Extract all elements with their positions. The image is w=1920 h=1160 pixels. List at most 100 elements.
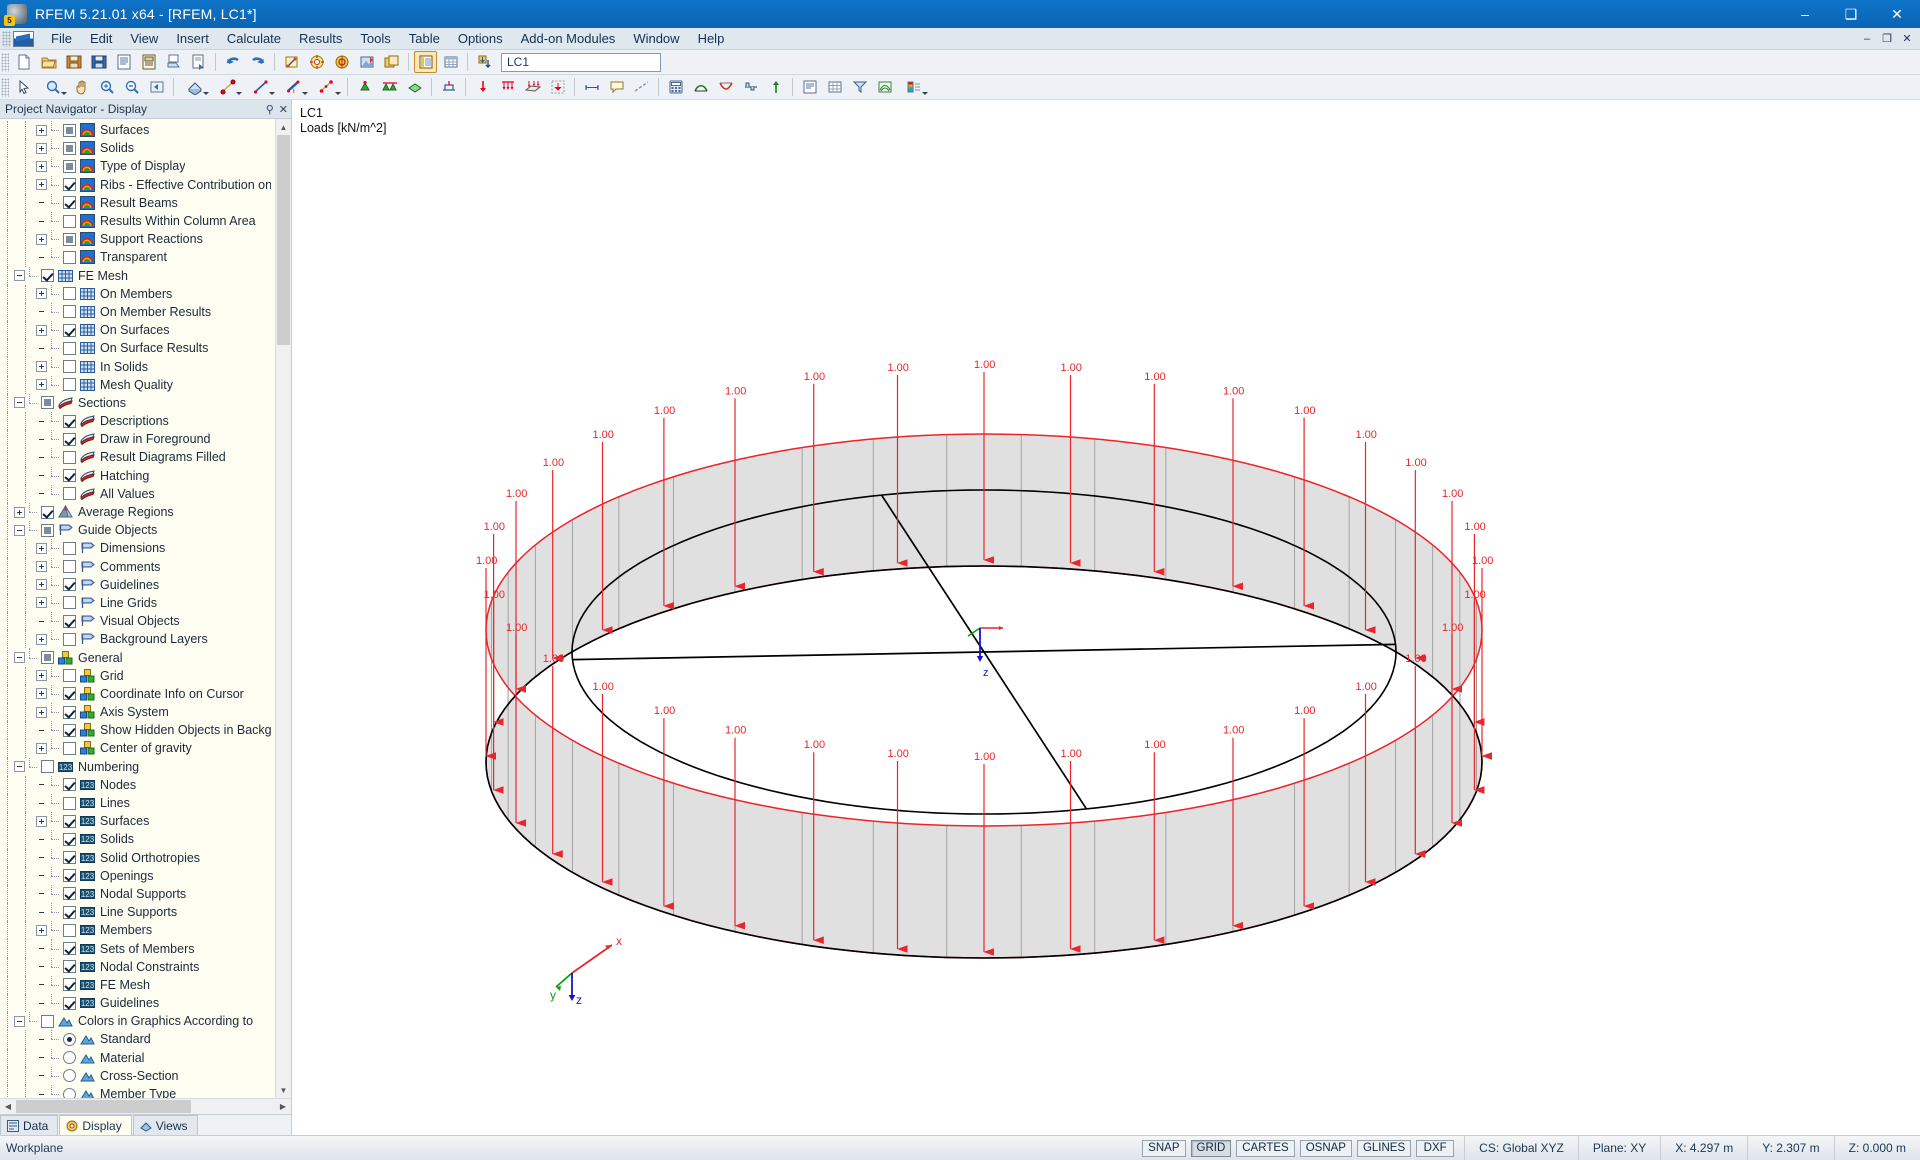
tree-item-coordinate-info-on-cursor[interactable]: Coordinate Info on Cursor — [0, 685, 275, 703]
tree-checkbox[interactable] — [63, 324, 76, 337]
status-toggle-osnap[interactable]: OSNAP — [1300, 1140, 1352, 1157]
tree-checkbox[interactable] — [63, 433, 76, 446]
scroll-track[interactable] — [276, 135, 291, 1082]
tree-checkbox[interactable] — [63, 196, 76, 209]
close-button[interactable]: ✕ — [1874, 0, 1920, 28]
tree-item-on-member-results[interactable]: On Member Results — [0, 303, 275, 321]
tree-checkbox[interactable] — [63, 887, 76, 900]
navigator-tab-display[interactable]: Display — [59, 1115, 131, 1135]
tree-item-on-members[interactable]: On Members — [0, 285, 275, 303]
scroll-thumb[interactable] — [277, 135, 290, 345]
tree-item-show-hidden-objects-in-backgroun[interactable]: Show Hidden Objects in Backgroun — [0, 721, 275, 739]
tree-checkbox[interactable] — [63, 142, 76, 155]
tree-item-average-regions[interactable]: Average Regions — [0, 503, 275, 521]
display-tree[interactable]: SurfacesSolidsType of DisplayRibs - Effe… — [0, 119, 275, 1098]
tree-checkbox[interactable] — [41, 1015, 54, 1028]
collapse-icon[interactable] — [14, 1016, 25, 1027]
expand-icon[interactable] — [36, 707, 47, 718]
tree-item-standard[interactable]: Standard — [0, 1030, 275, 1048]
results-icon[interactable] — [689, 76, 712, 98]
print-preview-icon[interactable] — [162, 51, 185, 73]
menu-file[interactable]: File — [42, 28, 81, 49]
zoom-all-icon[interactable] — [95, 76, 118, 98]
tree-checkbox[interactable] — [63, 160, 76, 173]
tree-checkbox[interactable] — [63, 124, 76, 137]
tree-radio[interactable] — [63, 1088, 76, 1098]
new-file-icon[interactable] — [12, 51, 35, 73]
tree-item-colors-in-graphics-according-to[interactable]: Colors in Graphics According to — [0, 1012, 275, 1030]
support-reactions-icon[interactable] — [764, 76, 787, 98]
print-icon[interactable] — [137, 51, 160, 73]
expand-icon[interactable] — [36, 361, 47, 372]
scroll-down-icon[interactable]: ▼ — [276, 1082, 291, 1098]
expand-icon[interactable] — [36, 543, 47, 554]
tree-checkbox[interactable] — [63, 669, 76, 682]
tree-item-solids[interactable]: Solids — [0, 139, 275, 157]
rotate-view-icon[interactable] — [305, 51, 328, 73]
tree-checkbox[interactable] — [63, 851, 76, 864]
tree-radio[interactable] — [63, 1033, 76, 1046]
tree-checkbox[interactable] — [63, 906, 76, 919]
menu-calculate[interactable]: Calculate — [218, 28, 290, 49]
mdi-window-controls[interactable]: – ❐ ✕ — [1858, 30, 1916, 47]
menu-results[interactable]: Results — [290, 28, 351, 49]
navigator-tab-views[interactable]: Views — [133, 1115, 198, 1135]
status-toggle-dxf[interactable]: DXF — [1416, 1140, 1454, 1157]
line-icon[interactable] — [245, 76, 276, 98]
display-properties-icon[interactable] — [355, 51, 378, 73]
tree-checkbox[interactable] — [63, 742, 76, 755]
structure-3d-view[interactable]: 1.001.001.001.001.001.001.001.001.001.00… — [292, 100, 1920, 1135]
tree-item-on-surface-results[interactable]: On Surface Results — [0, 339, 275, 357]
tree-item-transparent[interactable]: Transparent — [0, 248, 275, 266]
tree-item-comments[interactable]: Comments — [0, 558, 275, 576]
tree-item-axis-system[interactable]: Axis System — [0, 703, 275, 721]
tree-item-member-type[interactable]: Member Type — [0, 1085, 275, 1098]
expand-icon[interactable] — [36, 161, 47, 172]
tree-checkbox[interactable] — [41, 396, 54, 409]
expand-icon[interactable] — [36, 816, 47, 827]
navigator-tab-data[interactable]: Data — [0, 1115, 58, 1135]
redo-icon[interactable] — [246, 51, 269, 73]
tree-checkbox[interactable] — [41, 269, 54, 282]
tree-item-in-solids[interactable]: In Solids — [0, 357, 275, 375]
member-icon[interactable]: I — [278, 76, 309, 98]
tree-item-nodes[interactable]: 123Nodes — [0, 776, 275, 794]
collapse-icon[interactable] — [14, 270, 25, 281]
support-symbol-icon[interactable] — [437, 76, 460, 98]
tree-item-solids[interactable]: 123Solids — [0, 830, 275, 848]
tree-item-line-supports[interactable]: 123Line Supports — [0, 903, 275, 921]
tree-checkbox[interactable] — [63, 578, 76, 591]
tree-checkbox[interactable] — [63, 997, 76, 1010]
tree-item-descriptions[interactable]: Descriptions — [0, 412, 275, 430]
expand-icon[interactable] — [36, 143, 47, 154]
free-load-icon[interactable] — [546, 76, 569, 98]
zoom-in-icon[interactable] — [120, 76, 143, 98]
tree-checkbox[interactable] — [63, 596, 76, 609]
tree-item-surfaces[interactable]: Surfaces — [0, 121, 275, 139]
calculate-icon[interactable] — [664, 76, 687, 98]
scroll-left-icon[interactable]: ◀ — [0, 1099, 16, 1114]
expand-icon[interactable] — [36, 597, 47, 608]
collapse-icon[interactable] — [14, 761, 25, 772]
expand-icon[interactable] — [36, 925, 47, 936]
tree-checkbox[interactable] — [63, 415, 76, 428]
tree-checkbox[interactable] — [63, 978, 76, 991]
surface-icon[interactable] — [311, 76, 342, 98]
tree-checkbox[interactable] — [41, 760, 54, 773]
window-controls[interactable]: – ❑ ✕ — [1782, 0, 1920, 28]
tree-checkbox[interactable] — [63, 833, 76, 846]
tree-checkbox[interactable] — [63, 360, 76, 373]
select-objects-icon[interactable] — [280, 51, 303, 73]
render-icon[interactable] — [330, 51, 353, 73]
expand-icon[interactable] — [36, 688, 47, 699]
tree-item-all-values[interactable]: All Values — [0, 485, 275, 503]
previous-view-icon[interactable] — [145, 76, 168, 98]
save-as-icon[interactable] — [87, 51, 110, 73]
tree-item-solid-orthotropies[interactable]: 123Solid Orthotropies — [0, 849, 275, 867]
tree-checkbox[interactable] — [63, 778, 76, 791]
tree-checkbox[interactable] — [63, 869, 76, 882]
guideline-icon[interactable] — [630, 76, 653, 98]
menu-grip[interactable] — [2, 31, 11, 47]
tree-checkbox[interactable] — [41, 524, 54, 537]
menu-edit[interactable]: Edit — [81, 28, 121, 49]
